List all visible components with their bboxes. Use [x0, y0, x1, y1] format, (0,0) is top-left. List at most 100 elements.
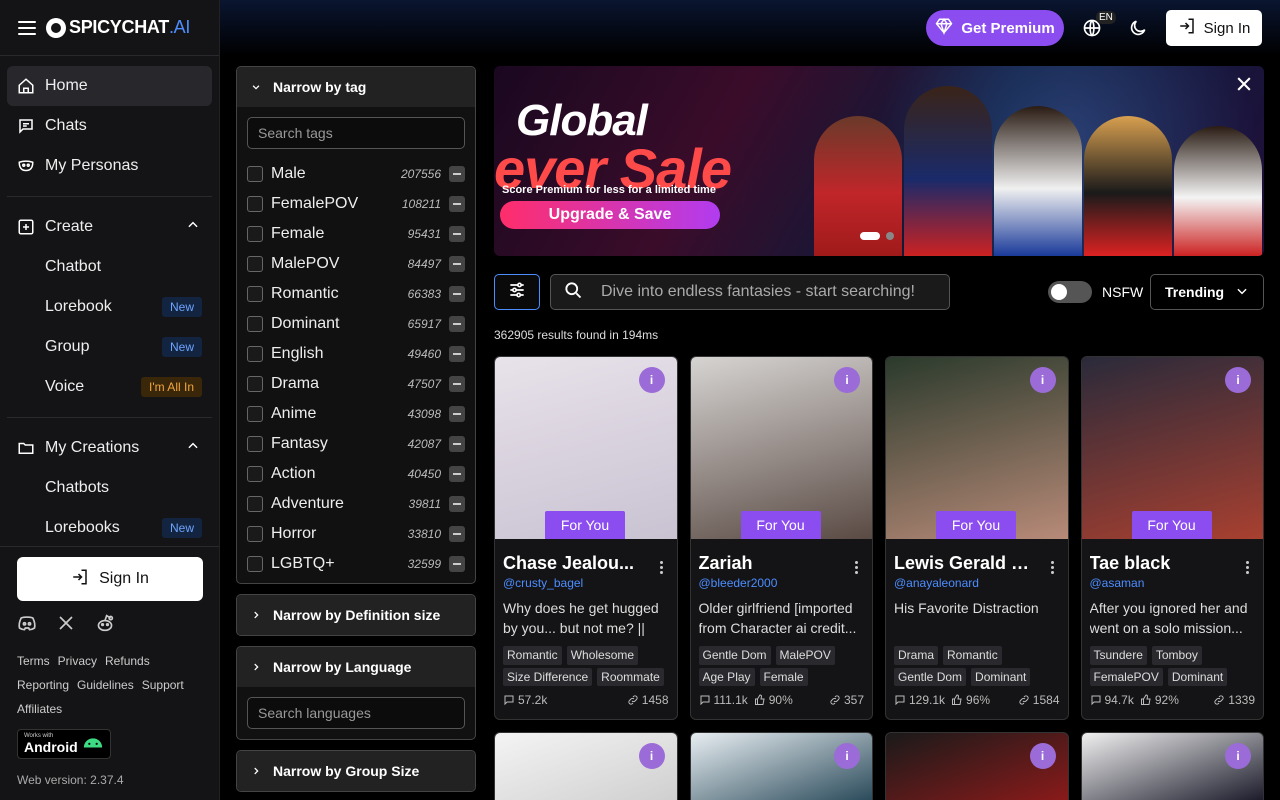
more-options-icon[interactable] — [659, 561, 663, 574]
get-premium-button[interactable]: Get Premium — [926, 10, 1064, 46]
close-icon[interactable] — [1234, 74, 1254, 94]
nav-create[interactable]: Create — [7, 207, 212, 247]
affiliates-link[interactable]: Affiliates — [17, 702, 62, 716]
character-card[interactable]: i — [689, 732, 873, 800]
sub-voice[interactable]: Voice I'm All In — [7, 367, 212, 407]
info-icon[interactable]: i — [1225, 743, 1251, 769]
card-image[interactable]: i For You — [1081, 357, 1263, 539]
card-tag[interactable]: Tomboy — [1151, 646, 1202, 665]
more-options-icon[interactable] — [1050, 561, 1054, 574]
card-tag[interactable]: Drama — [894, 646, 939, 665]
card-tag[interactable]: Age Play — [698, 667, 755, 686]
top-sign-in-button[interactable]: Sign In — [1166, 10, 1262, 46]
tag-checkbox[interactable] — [247, 286, 263, 302]
card-tag[interactable]: Roommate — [597, 667, 664, 686]
card-image[interactable]: i For You — [495, 357, 677, 539]
card-tag[interactable]: Romantic — [943, 646, 1002, 665]
card-image[interactable]: i For You — [886, 357, 1068, 539]
terms-link[interactable]: Terms — [17, 654, 50, 668]
creator-handle[interactable]: @asaman — [1090, 576, 1256, 590]
tag-row[interactable]: Horror 33810 — [247, 519, 475, 549]
tag-row[interactable]: LGBTQ+ 32599 — [247, 549, 475, 579]
exclude-tag-button[interactable] — [449, 466, 465, 482]
menu-icon[interactable] — [18, 20, 36, 35]
reporting-link[interactable]: Reporting — [17, 678, 69, 692]
chevron-up-icon[interactable] — [186, 218, 200, 237]
sort-dropdown[interactable]: Trending — [1150, 274, 1264, 310]
exclude-tag-button[interactable] — [449, 556, 465, 572]
tag-checkbox[interactable] — [247, 376, 263, 392]
tag-row[interactable]: Drama 47507 — [247, 369, 475, 399]
language-search-input[interactable]: Search languages — [247, 697, 465, 729]
tag-checkbox[interactable] — [247, 346, 263, 362]
info-icon[interactable]: i — [1029, 367, 1056, 393]
tag-row[interactable]: Female 95431 — [247, 219, 475, 249]
exclude-tag-button[interactable] — [449, 436, 465, 452]
group-size-filter-header[interactable]: Narrow by Group Size — [237, 751, 475, 791]
character-card[interactable]: i For You Tae black @asaman After you ignore… — [1080, 356, 1264, 720]
tag-checkbox[interactable] — [247, 226, 263, 242]
sub-chatbots[interactable]: Chatbots — [7, 468, 212, 508]
card-image[interactable]: i For You — [690, 357, 872, 539]
tag-checkbox[interactable] — [247, 526, 263, 542]
card-tag[interactable]: Female — [759, 667, 808, 686]
info-icon[interactable]: i — [638, 743, 665, 769]
character-card[interactable]: i For You Zariah @bleeder2000 Older girlfrie… — [689, 356, 873, 720]
tag-row[interactable]: Fantasy 42087 — [247, 429, 475, 459]
logo[interactable]: SPICYCHAT.AI — [69, 17, 190, 38]
discord-icon[interactable] — [17, 615, 37, 636]
character-card[interactable]: i — [494, 732, 678, 800]
tag-checkbox[interactable] — [247, 196, 263, 212]
more-options-icon[interactable] — [855, 561, 858, 574]
sub-lorebooks[interactable]: Lorebooks New — [7, 508, 212, 548]
info-icon[interactable]: i — [834, 743, 860, 769]
exclude-tag-button[interactable] — [449, 286, 465, 302]
tag-row[interactable]: English 49460 — [247, 339, 475, 369]
tag-row[interactable]: Adventure 39811 — [247, 489, 475, 519]
chevron-up-icon[interactable] — [186, 439, 200, 458]
carousel-dot[interactable] — [886, 232, 894, 240]
tag-checkbox[interactable] — [247, 466, 263, 482]
card-tag[interactable]: Dominant — [971, 667, 1031, 686]
info-icon[interactable]: i — [1029, 743, 1056, 769]
exclude-tag-button[interactable] — [449, 196, 465, 212]
upgrade-save-button[interactable]: Upgrade & Save — [500, 201, 720, 229]
android-badge[interactable]: Works with Android — [17, 729, 111, 759]
nav-home[interactable]: Home — [7, 66, 212, 106]
carousel-dot[interactable] — [860, 232, 880, 240]
info-icon[interactable]: i — [834, 367, 860, 393]
tag-filter-header[interactable]: Narrow by tag — [237, 67, 475, 107]
promo-banner[interactable]: Global ever Sale Score Premium for less … — [494, 66, 1264, 256]
refunds-link[interactable]: Refunds — [105, 654, 150, 668]
tag-checkbox[interactable] — [247, 556, 263, 572]
definition-filter-header[interactable]: Narrow by Definition size — [237, 595, 475, 635]
tag-row[interactable]: FemalePOV 108211 — [247, 189, 475, 219]
info-icon[interactable]: i — [638, 367, 665, 393]
tag-row[interactable]: Romantic 66383 — [247, 279, 475, 309]
tag-row[interactable]: Anime 43098 — [247, 399, 475, 429]
card-tag[interactable]: Romantic — [503, 646, 562, 665]
nav-chats[interactable]: Chats — [7, 106, 212, 146]
card-tag[interactable]: Dominant — [1167, 667, 1228, 686]
exclude-tag-button[interactable] — [449, 406, 465, 422]
exclude-tag-button[interactable] — [449, 166, 465, 182]
tag-row[interactable]: MalePOV 84497 — [247, 249, 475, 279]
sub-chatbot[interactable]: Chatbot — [7, 247, 212, 287]
nav-personas[interactable]: My Personas — [7, 146, 212, 186]
exclude-tag-button[interactable] — [449, 496, 465, 512]
privacy-link[interactable]: Privacy — [58, 654, 97, 668]
info-icon[interactable]: i — [1225, 367, 1251, 393]
exclude-tag-button[interactable] — [449, 256, 465, 272]
exclude-tag-button[interactable] — [449, 316, 465, 332]
exclude-tag-button[interactable] — [449, 376, 465, 392]
creator-handle[interactable]: @crusty_bagel — [503, 576, 669, 590]
tag-row[interactable]: Action 40450 — [247, 459, 475, 489]
tag-search-input[interactable]: Search tags — [247, 117, 465, 149]
card-tag[interactable]: Wholesome — [566, 646, 639, 665]
sub-lorebook[interactable]: Lorebook New — [7, 287, 212, 327]
exclude-tag-button[interactable] — [449, 226, 465, 242]
moon-icon[interactable] — [1128, 18, 1148, 43]
card-tag[interactable]: Size Difference — [503, 667, 593, 686]
tag-row[interactable]: Dominant 65917 — [247, 309, 475, 339]
tag-checkbox[interactable] — [247, 496, 263, 512]
